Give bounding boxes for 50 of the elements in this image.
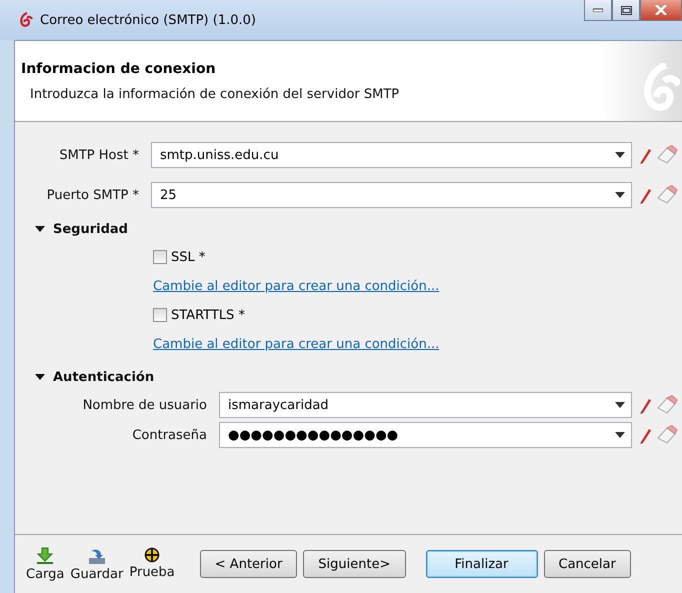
page-subtitle: Introduzca la información de conexión del servidor SMTP xyxy=(29,86,400,102)
collapse-triangle-icon[interactable] xyxy=(35,226,45,232)
combo-field[interactable]: ismaraycaridad xyxy=(219,392,632,418)
download-arrow-icon xyxy=(36,546,54,564)
combo-field[interactable]: 25 xyxy=(151,182,632,208)
eraser-icon[interactable] xyxy=(656,395,678,415)
section-title: Seguridad xyxy=(53,222,128,236)
field-label: Puerto SMTP * xyxy=(46,188,140,202)
pencil-icon[interactable] xyxy=(638,426,652,444)
toolbar-button[interactable]: Prueba xyxy=(126,546,178,582)
wizard-button[interactable]: Siguiente> xyxy=(303,550,406,578)
field-label: SMTP Host * xyxy=(58,148,140,162)
toolbar-button[interactable]: Guardar xyxy=(67,546,126,582)
combo-field[interactable]: smtp.uniss.edu.cu xyxy=(151,142,632,168)
minimize-icon xyxy=(593,8,603,12)
wizard-button[interactable]: Finalizar xyxy=(426,550,538,578)
save-tray-icon xyxy=(88,546,106,564)
target-icon xyxy=(144,546,160,562)
close-button[interactable] xyxy=(640,0,682,21)
eraser-icon[interactable] xyxy=(656,425,678,445)
dropdown-arrow-icon[interactable] xyxy=(615,152,625,158)
checkbox[interactable] xyxy=(153,308,167,322)
close-icon xyxy=(655,5,667,15)
editor-link[interactable]: Cambie al editor para crear una condición... xyxy=(153,336,440,352)
field-label: Nombre de usuario xyxy=(82,398,208,412)
collapse-triangle-icon[interactable] xyxy=(35,374,45,380)
pencil-icon[interactable] xyxy=(638,146,652,164)
combo-field[interactable]: ●●●●●●●●●●●●●●● xyxy=(219,422,632,448)
checkbox-label: STARTTLS * xyxy=(171,308,245,322)
maximize-icon xyxy=(620,6,632,14)
app-logo-icon xyxy=(18,12,34,28)
pencil-icon[interactable] xyxy=(638,396,652,414)
dropdown-arrow-icon[interactable] xyxy=(615,432,625,438)
wizard-button[interactable]: Cancelar xyxy=(544,550,631,578)
dropdown-arrow-icon[interactable] xyxy=(615,192,625,198)
field-label: Contraseña xyxy=(131,428,208,442)
pencil-icon[interactable] xyxy=(638,186,652,204)
eraser-icon[interactable] xyxy=(656,145,678,165)
section-title: Autenticación xyxy=(53,370,154,384)
checkbox[interactable] xyxy=(153,250,167,264)
maximize-button[interactable] xyxy=(612,0,640,21)
window-title: Correo electrónico (SMTP) (1.0.0) xyxy=(40,12,256,28)
editor-link[interactable]: Cambie al editor para crear una condición... xyxy=(153,278,440,294)
eraser-icon[interactable] xyxy=(656,185,678,205)
page-title: Informacion de conexion xyxy=(21,60,217,76)
checkbox-label: SSL * xyxy=(171,250,206,264)
toolbar-button[interactable]: Carga xyxy=(23,546,68,582)
dropdown-arrow-icon[interactable] xyxy=(615,402,625,408)
minimize-button[interactable] xyxy=(584,0,612,21)
wizard-button[interactable]: < Anterior xyxy=(200,550,298,578)
